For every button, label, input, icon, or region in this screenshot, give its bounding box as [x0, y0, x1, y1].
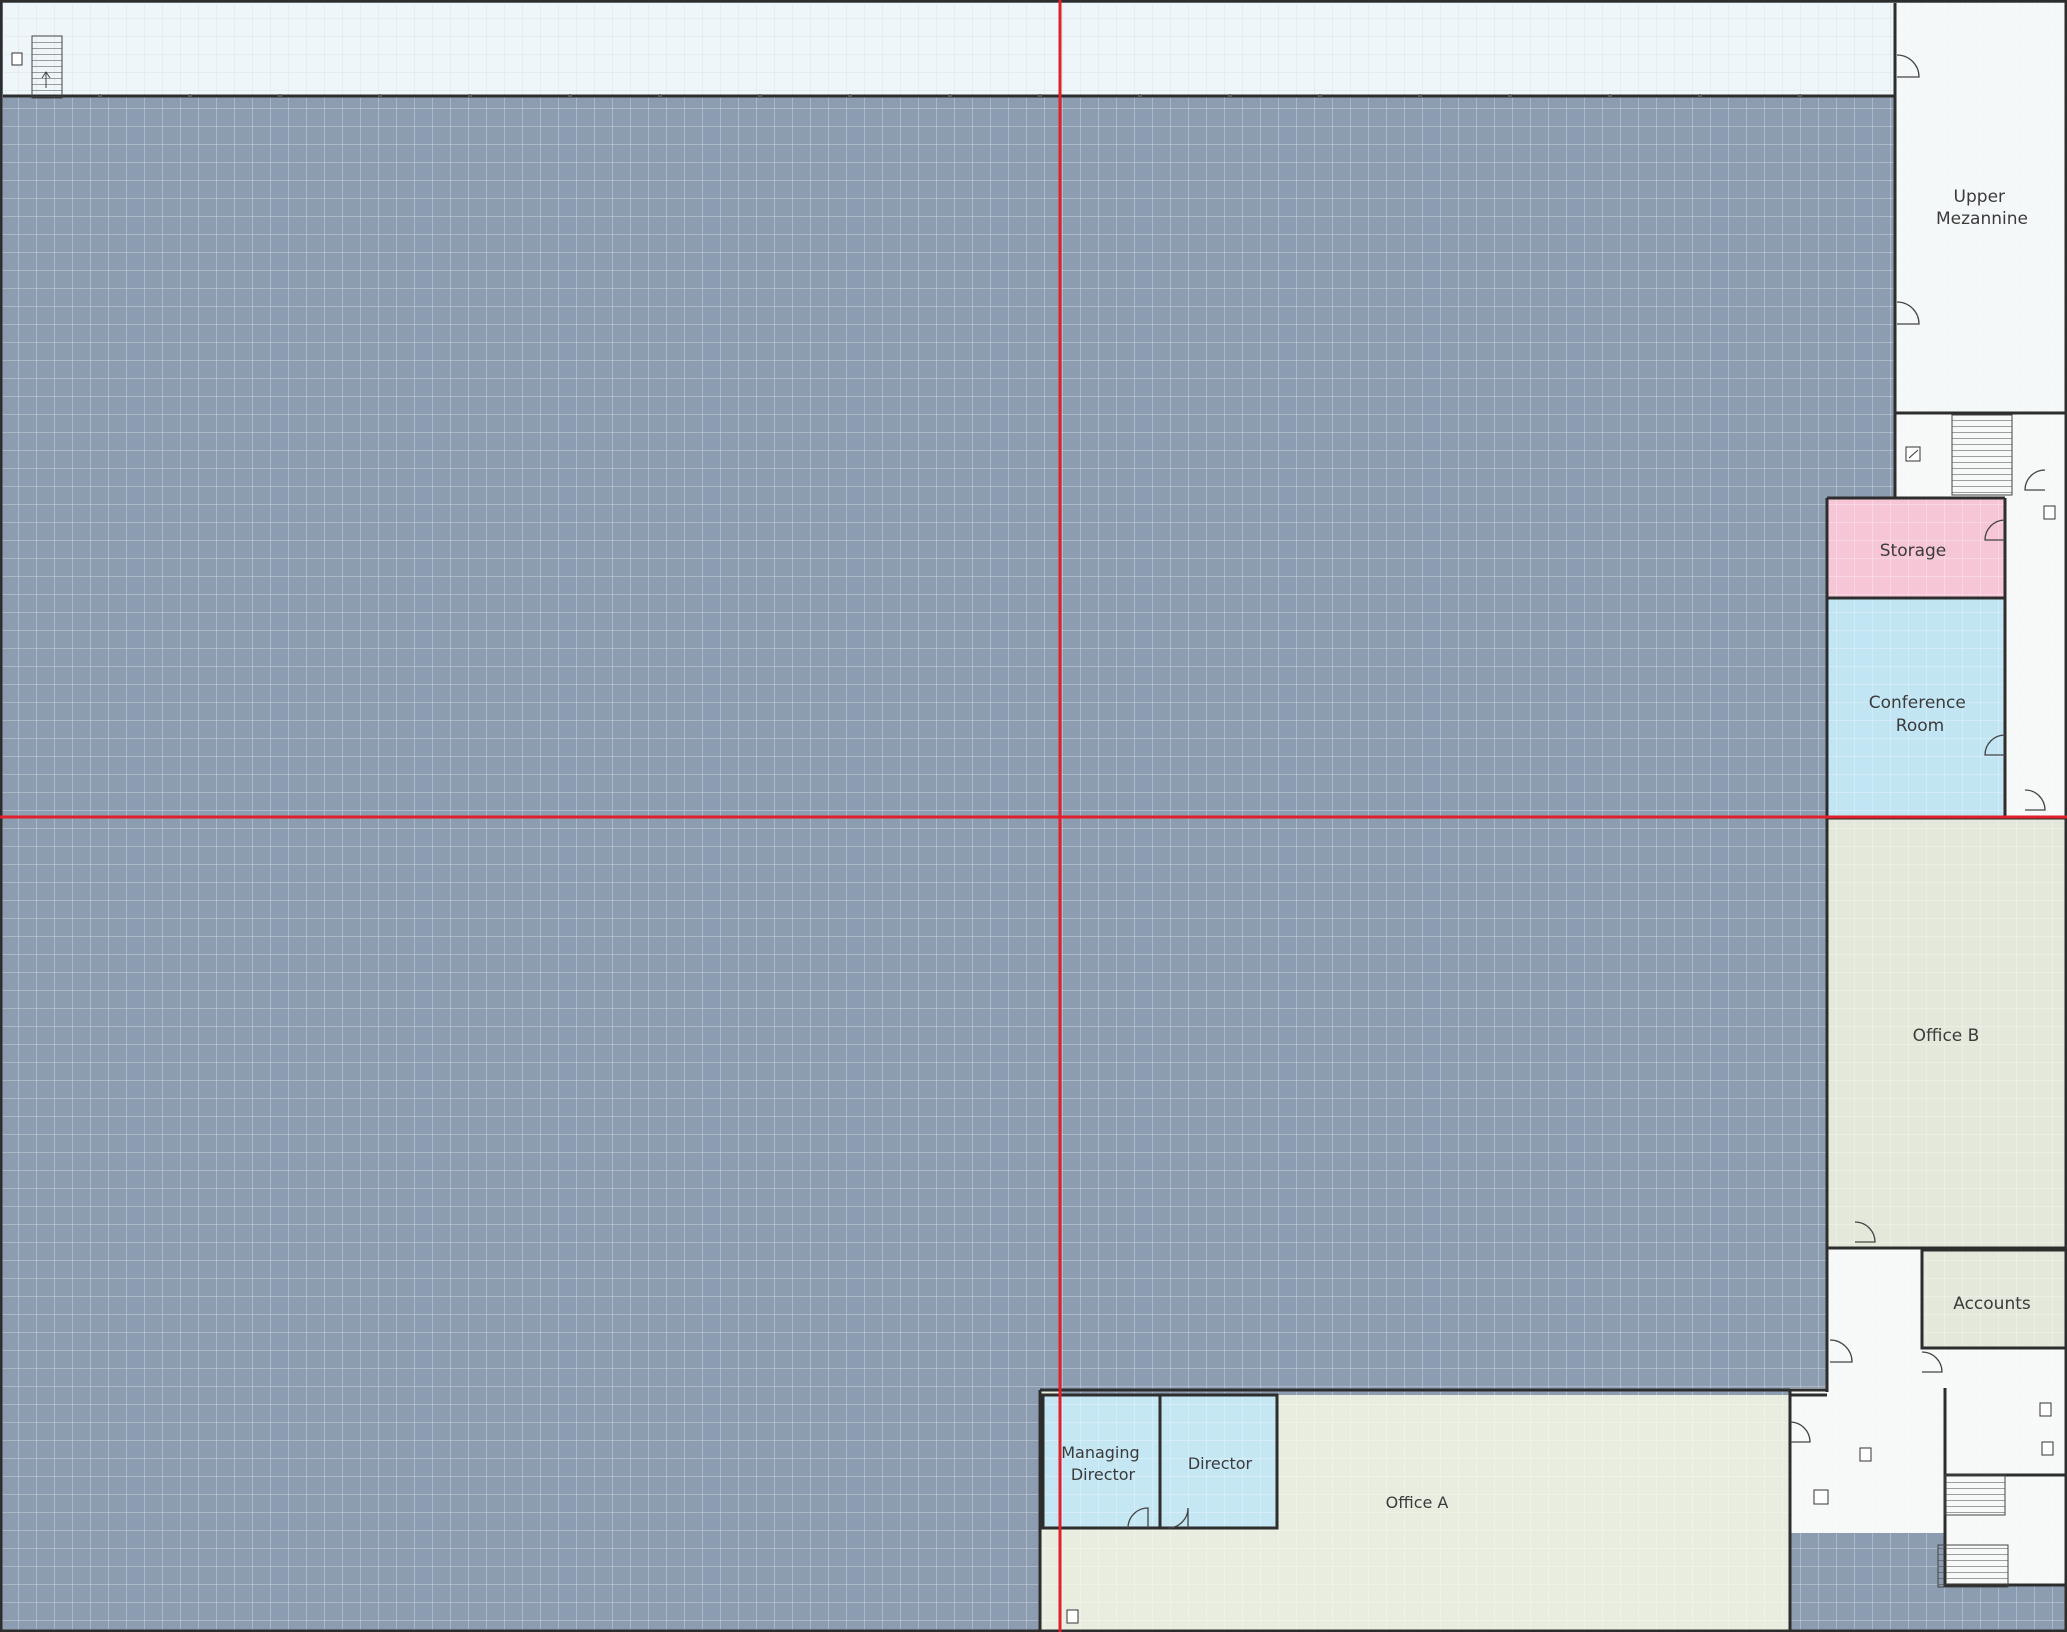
- floor-plan: Upper Mezannine Storage Conference Room …: [0, 0, 2067, 1632]
- office-b-label: Office B: [1913, 1026, 1980, 1046]
- stairs-icon: [31, 35, 63, 99]
- stairs-icon: [1951, 414, 2013, 496]
- accounts-label: Accounts: [1953, 1294, 2031, 1314]
- director-label: Director: [1188, 1454, 1253, 1473]
- grid-overlay-mezzanine: [3, 3, 1895, 96]
- office-a-label: Office A: [1386, 1493, 1449, 1512]
- electrical-panel-icon: [1905, 446, 1921, 462]
- storage-label: Storage: [1880, 541, 1947, 561]
